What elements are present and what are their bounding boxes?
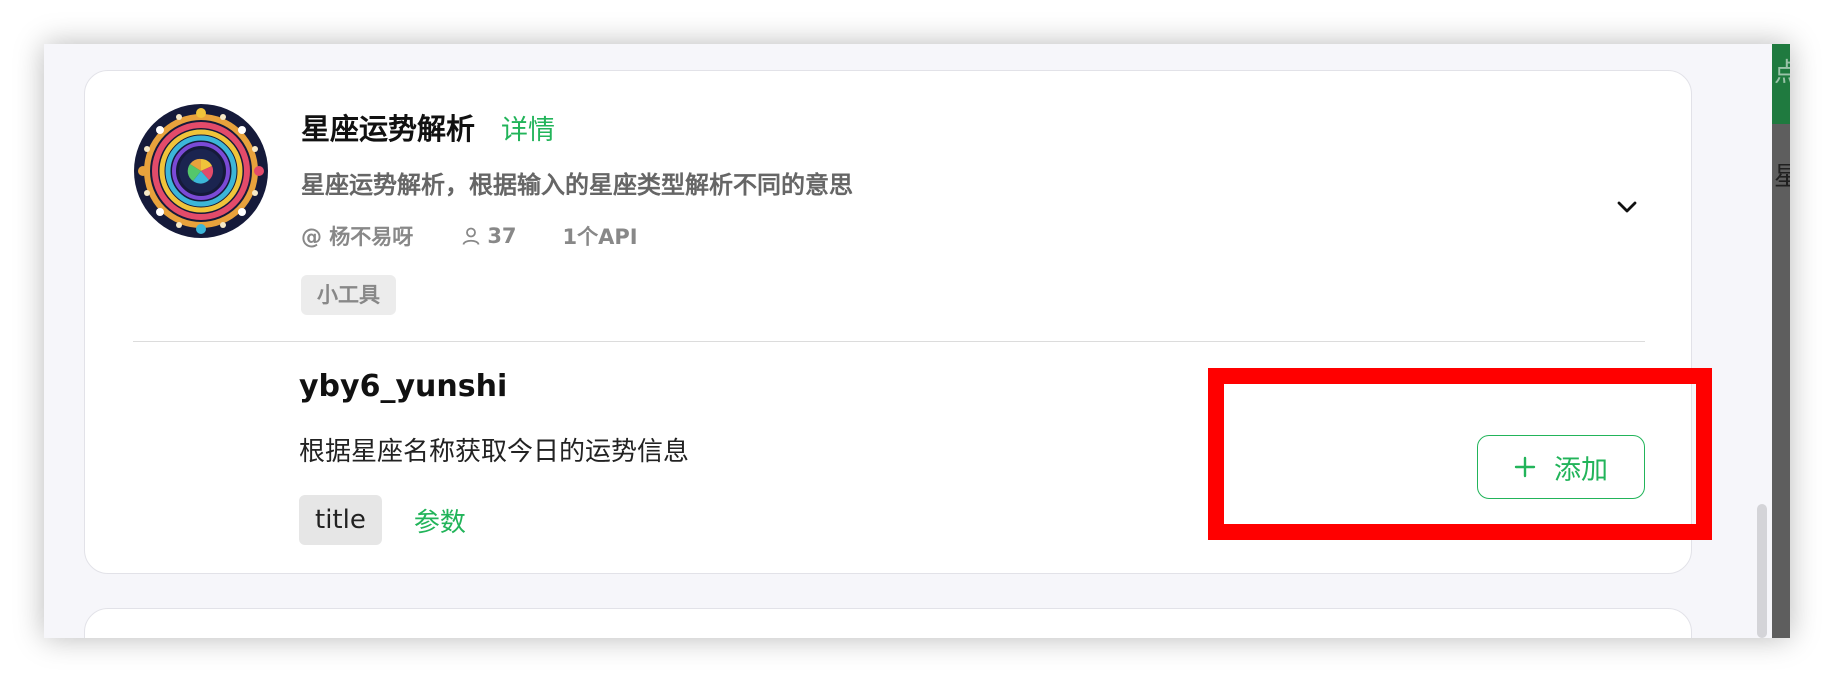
user-count-value: 37 (487, 224, 517, 248)
chevron-down-icon[interactable] (1613, 193, 1641, 221)
api-description: 根据星座名称获取今日的运势信息 (299, 437, 690, 467)
right-side-panel-header: 点 (1772, 44, 1790, 124)
add-button[interactable]: 添加 (1477, 435, 1645, 499)
next-plugin-card (84, 608, 1692, 638)
screenshot-frame: 星座运势解析 详情 星座运势解析，根据输入的星座类型解析不同的意思 @ 杨不易呀… (44, 44, 1790, 638)
right-panel-char: 星 (1774, 162, 1790, 192)
add-button-label: 添加 (1554, 454, 1608, 486)
scrollbar-thumb[interactable] (1757, 504, 1767, 638)
param-chip[interactable]: title (299, 495, 382, 545)
plugin-description: 星座运势解析，根据输入的星座类型解析不同的意思 (301, 171, 853, 199)
api-count: 1个API (562, 225, 638, 249)
card-divider (133, 341, 1645, 342)
api-params: title 参数 (299, 495, 466, 545)
author-label: @ 杨不易呀 (301, 225, 414, 249)
user-count: 37 (461, 224, 517, 248)
zodiac-wheel-icon (134, 104, 268, 238)
api-name: yby6_yunshi (299, 369, 508, 404)
plugin-card: 星座运势解析 详情 星座运势解析，根据输入的星座类型解析不同的意思 @ 杨不易呀… (84, 70, 1692, 574)
user-icon (462, 227, 480, 245)
plugin-title: 星座运势解析 (301, 112, 476, 146)
right-side-panel: 点 星 (1772, 44, 1790, 638)
detail-link[interactable]: 详情 (501, 108, 555, 147)
category-tag[interactable]: 小工具 (301, 275, 396, 315)
right-panel-char: 点 (1774, 58, 1790, 88)
scrollbar[interactable] (1752, 44, 1772, 638)
plus-icon (1514, 456, 1536, 478)
plugin-meta: @ 杨不易呀 37 1个API (301, 219, 638, 253)
params-link[interactable]: 参数 (414, 502, 466, 539)
plugin-title-row: 星座运势解析 详情 (301, 105, 555, 149)
